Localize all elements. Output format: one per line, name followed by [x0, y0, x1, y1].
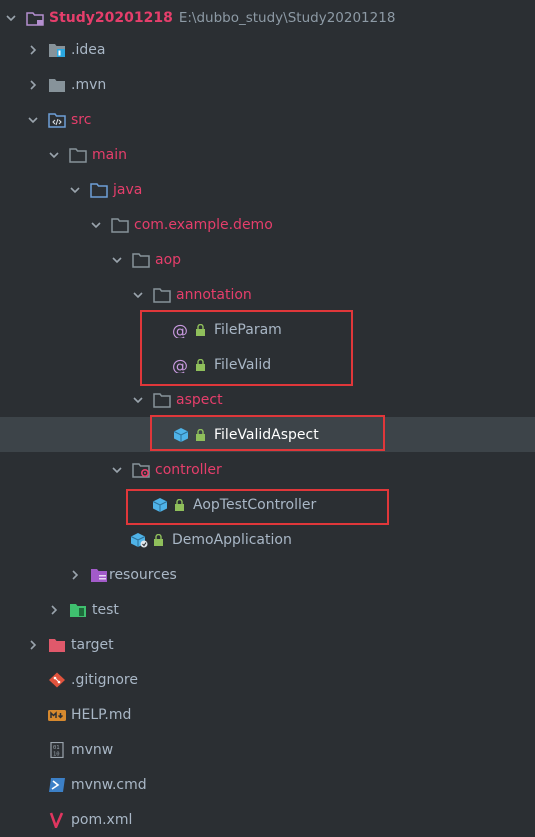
tree-row-resources[interactable]: resources — [0, 557, 535, 592]
tree-label-mvnw-cmd: mvnw.cmd — [71, 776, 147, 793]
tree-row-file-valid[interactable]: @ FileValid — [0, 347, 535, 382]
tree-label-controller: controller — [155, 461, 222, 478]
chevron-down-icon[interactable] — [47, 148, 61, 162]
chevron-down-icon[interactable] — [131, 393, 145, 407]
module-folder-icon — [26, 10, 44, 26]
tree-row-mvnw-cmd[interactable]: mvnw.cmd — [0, 767, 535, 802]
class-icon — [172, 427, 190, 443]
lock-icon — [195, 358, 206, 371]
package-folder-icon — [132, 252, 150, 268]
annotation-icon: @ — [172, 322, 190, 338]
project-name: Study20201218 — [49, 9, 173, 26]
tree-row-demo-application[interactable]: DemoApplication — [0, 522, 535, 557]
source-folder-icon — [48, 112, 66, 128]
tree-label-annotation: annotation — [176, 286, 252, 303]
tree-row-main[interactable]: main — [0, 137, 535, 172]
tree-label-aspect: aspect — [176, 391, 223, 408]
tree-label-file-valid-aspect: FileValidAspect — [214, 426, 319, 443]
tree-row-test[interactable]: test — [0, 592, 535, 627]
svg-text:@: @ — [172, 322, 188, 338]
package-folder-icon — [153, 392, 171, 408]
tree-row-help-md[interactable]: HELP.md — [0, 697, 535, 732]
tree-row-mvnw[interactable]: 01 10 mvnw — [0, 732, 535, 767]
binary-file-icon: 01 10 — [48, 741, 66, 758]
chevron-right-icon[interactable] — [26, 78, 40, 92]
chevron-down-icon[interactable] — [4, 11, 18, 25]
class-icon — [151, 497, 169, 513]
chevron-down-icon[interactable] — [26, 113, 40, 127]
source-root-folder-icon — [90, 182, 108, 198]
tree-label-resources: resources — [109, 566, 177, 583]
chevron-down-icon[interactable] — [110, 463, 124, 477]
package-folder-icon — [153, 287, 171, 303]
folder-icon — [48, 77, 66, 93]
lock-icon — [195, 428, 206, 441]
tree-row-controller[interactable]: controller — [0, 452, 535, 487]
tree-label-gitignore: .gitignore — [71, 671, 138, 688]
tree-label-mvn: .mvn — [71, 76, 107, 93]
tree-label-pom-xml: pom.xml — [71, 811, 133, 828]
chevron-right-icon[interactable] — [47, 603, 61, 617]
tree-label-help-md: HELP.md — [71, 706, 132, 723]
tree-label-idea: .idea — [71, 41, 106, 58]
chevron-down-icon[interactable] — [131, 288, 145, 302]
project-path: E:\dubbo_study\Study20201218 — [178, 9, 396, 26]
tree-label-main: main — [92, 146, 127, 163]
powershell-icon — [48, 777, 66, 793]
tree-label-java: java — [113, 181, 143, 198]
annotation-icon: @ — [172, 357, 190, 373]
tree-label-aop-test-controller: AopTestController — [193, 496, 317, 513]
maven-icon — [48, 811, 66, 828]
tree-row-aop-test-controller[interactable]: AopTestController — [0, 487, 535, 522]
tree-label-aop: aop — [155, 251, 182, 268]
lock-icon — [174, 498, 185, 511]
tree-row-aop[interactable]: aop — [0, 242, 535, 277]
tree-row-target[interactable]: target — [0, 627, 535, 662]
tree-row-gitignore[interactable]: .gitignore — [0, 662, 535, 697]
test-folder-icon — [69, 602, 87, 618]
svg-text:10: 10 — [53, 751, 60, 757]
chevron-right-icon[interactable] — [26, 43, 40, 57]
tree-label-test: test — [92, 601, 119, 618]
tree-label-file-param: FileParam — [214, 321, 282, 338]
chevron-down-icon[interactable] — [110, 253, 124, 267]
chevron-down-icon[interactable] — [68, 183, 82, 197]
lock-icon — [195, 323, 206, 336]
resources-folder-icon — [90, 567, 108, 583]
svg-text:01: 01 — [53, 745, 60, 751]
svg-text:@: @ — [172, 357, 188, 373]
tree-label-mvnw: mvnw — [71, 741, 114, 758]
tree-row-idea[interactable]: .idea — [0, 32, 535, 67]
tree-label-package: com.example.demo — [134, 216, 273, 233]
controller-folder-icon — [132, 462, 150, 478]
tree-row-file-param[interactable]: @ FileParam — [0, 312, 535, 347]
tree-label-demo-application: DemoApplication — [172, 531, 292, 548]
tree-row-file-valid-aspect[interactable]: FileValidAspect — [0, 417, 535, 452]
tree-row-project-root[interactable]: Study20201218 E:\dubbo_study\Study202012… — [0, 0, 535, 35]
tree-row-mvn[interactable]: .mvn — [0, 67, 535, 102]
chevron-down-icon[interactable] — [89, 218, 103, 232]
folder-icon — [69, 147, 87, 163]
chevron-right-icon[interactable] — [26, 638, 40, 652]
tree-label-target: target — [71, 636, 114, 653]
tree-row-pom-xml[interactable]: pom.xml — [0, 802, 535, 837]
tree-row-java[interactable]: java — [0, 172, 535, 207]
tree-label-src: src — [71, 111, 92, 128]
tree-row-aspect[interactable]: aspect — [0, 382, 535, 417]
package-folder-icon — [111, 217, 129, 233]
spring-boot-class-icon — [130, 532, 148, 548]
markdown-icon — [48, 707, 66, 723]
tree-label-file-valid: FileValid — [214, 356, 272, 373]
idea-folder-icon — [48, 42, 66, 58]
tree-row-annotation[interactable]: annotation — [0, 277, 535, 312]
git-icon — [48, 672, 66, 688]
tree-row-src[interactable]: src — [0, 102, 535, 137]
chevron-right-icon[interactable] — [68, 568, 82, 582]
lock-icon — [153, 533, 164, 546]
excluded-folder-icon — [48, 637, 66, 653]
tree-row-package[interactable]: com.example.demo — [0, 207, 535, 242]
